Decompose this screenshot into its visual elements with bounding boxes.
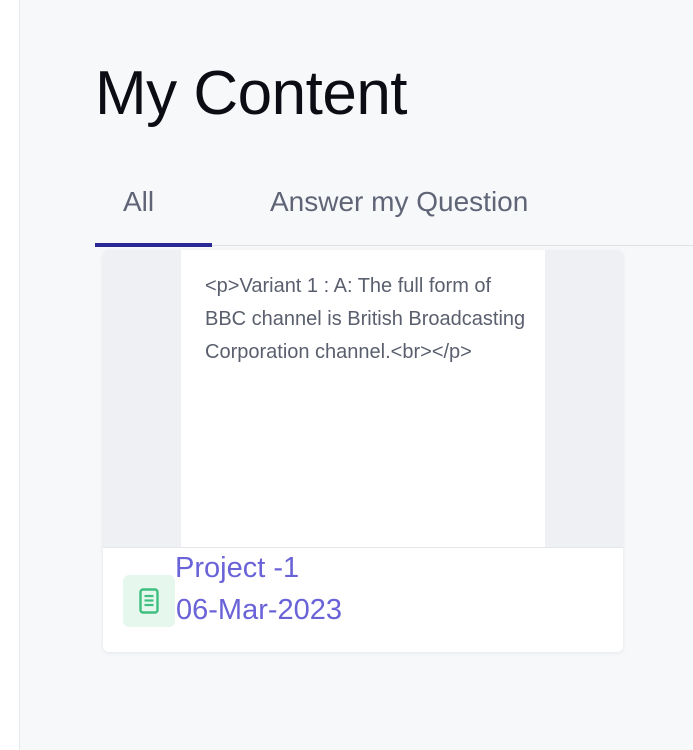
main-content: My Content All Answer my Question <p>Var… <box>20 0 693 750</box>
active-tab-indicator <box>95 243 212 247</box>
content-preview[interactable]: <p>Variant 1 : A: The full form of BBC c… <box>103 250 623 548</box>
document-icon <box>139 588 159 614</box>
preview-sheet: <p>Variant 1 : A: The full form of BBC c… <box>181 250 545 547</box>
page-title: My Content <box>95 59 408 128</box>
tab-all[interactable]: All <box>123 186 154 218</box>
sidebar-edge <box>0 0 20 750</box>
project-date: 06-Mar-2023 <box>176 594 343 626</box>
project-name-link[interactable]: Project -1 <box>175 552 299 585</box>
content-card[interactable]: <p>Variant 1 : A: The full form of BBC c… <box>103 250 623 652</box>
tabs-bar: All Answer my Question <box>20 180 693 247</box>
preview-text: <p>Variant 1 : A: The full form of BBC c… <box>205 275 526 363</box>
card-footer: Project -1 06-Mar-2023 <box>103 548 623 652</box>
tab-answer-my-question[interactable]: Answer my Question <box>270 186 528 218</box>
document-icon-badge <box>123 575 175 627</box>
